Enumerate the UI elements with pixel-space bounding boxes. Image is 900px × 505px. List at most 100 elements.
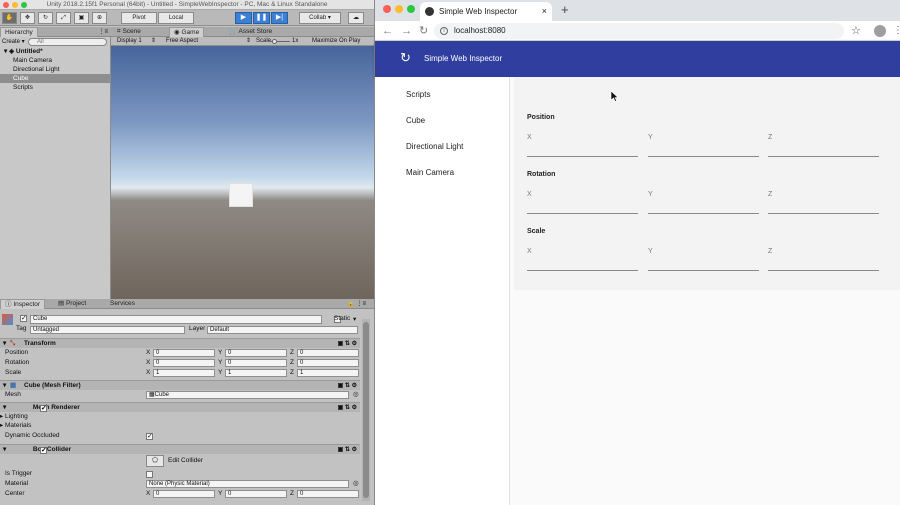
collab-dropdown[interactable]: Collab ▾ [299, 12, 341, 24]
hand-tool-icon[interactable]: ✋ [2, 12, 17, 24]
step-icon[interactable]: ▶| [271, 12, 288, 24]
axis-x-label: X [146, 369, 151, 376]
object-picker-icon[interactable]: ◎ [353, 479, 359, 489]
mesh-filter-header[interactable]: ▾ ▦ Cube (Mesh Filter) ▣ ⇅ ⚙ [0, 380, 360, 390]
object-name-field[interactable]: Cube [30, 315, 322, 324]
browser-tab[interactable]: Simple Web Inspector × [420, 2, 552, 21]
hierarchy-item-scripts[interactable]: Scripts [0, 83, 111, 92]
scale-y-field[interactable]: 1 [225, 369, 287, 377]
tab-project[interactable]: ▤ Project [54, 299, 90, 309]
hierarchy-tab[interactable]: Hierarchy [0, 27, 38, 37]
inspector-menu-icon[interactable]: 🔒 ⋮≡ [347, 299, 366, 309]
mesh-renderer-header[interactable]: ▾ Mesh Renderer ▣ ⇅ ⚙ [0, 402, 360, 414]
scale-z-input[interactable]: Z [768, 246, 879, 271]
object-picker-icon[interactable]: ◎ [353, 390, 359, 400]
tab-asset-store[interactable]: 🛒 Asset Store [225, 27, 276, 37]
transform-header[interactable]: ▾ ⤡ Transform ▣ ⇅ ⚙ [0, 338, 360, 348]
tag-dropdown[interactable]: Untagged [30, 326, 185, 334]
zoom-window-icon[interactable] [407, 5, 415, 13]
nav-item-main-camera[interactable]: Main Camera [406, 168, 454, 177]
local-toggle[interactable]: Local [158, 12, 194, 24]
close-window-icon[interactable] [383, 5, 391, 13]
play-icon[interactable]: ▶ [235, 12, 252, 24]
position-x-field[interactable]: 0 [153, 349, 215, 357]
mesh-renderer-enabled-checkbox[interactable] [40, 404, 47, 414]
rotation-z-field[interactable]: 0 [297, 359, 359, 367]
nav-item-scripts[interactable]: Scripts [406, 90, 430, 99]
mesh-field[interactable]: ▦Cube [146, 391, 349, 399]
rotation-x-input[interactable]: X [527, 189, 638, 214]
center-z-field[interactable]: 0 [297, 490, 359, 498]
new-tab-button[interactable]: + [561, 2, 569, 18]
minimize-window-icon[interactable] [395, 5, 403, 13]
scale-z-field[interactable]: 1 [297, 369, 359, 377]
scale-y-input[interactable]: Y [648, 246, 759, 271]
collider-material-field[interactable]: None (Physic Material) [146, 480, 349, 488]
box-collider-header[interactable]: ▾ Box Collider ▣ ⇅ ⚙ [0, 444, 360, 456]
aspect-dropdown[interactable]: Free Aspect [166, 37, 198, 46]
tab-services[interactable]: Services [106, 299, 139, 309]
display-dropdown[interactable]: Display 1 [117, 37, 142, 46]
static-dropdown-icon[interactable]: ▾ [353, 315, 356, 323]
tab-inspector[interactable]: ⓘ Inspector [0, 299, 46, 309]
pause-icon[interactable]: ❚❚ [253, 12, 270, 24]
rotation-z-input[interactable]: Z [768, 189, 879, 214]
materials-foldout[interactable]: ▸ Materials [0, 421, 360, 431]
profile-avatar-icon[interactable] [874, 25, 886, 37]
position-x-input[interactable]: X [527, 132, 638, 157]
panel-menu-icon[interactable]: ⋮≡ [98, 27, 108, 37]
position-z-field[interactable]: 0 [297, 349, 359, 357]
info-icon[interactable]: i [440, 27, 448, 35]
minimize-icon[interactable] [12, 2, 18, 8]
scale-x-field[interactable]: 1 [153, 369, 215, 377]
close-icon[interactable] [3, 2, 9, 8]
hierarchy-item-directional-light[interactable]: Directional Light [0, 65, 111, 74]
active-checkbox[interactable] [20, 314, 27, 322]
position-z-input[interactable]: Z [768, 132, 879, 157]
scene-root[interactable]: ▾ ◈ Untitled* [0, 47, 111, 56]
layer-dropdown[interactable]: Default [207, 326, 358, 334]
inspector-scrollbar-thumb[interactable] [363, 322, 369, 498]
create-dropdown[interactable]: Create ▾ [2, 38, 26, 46]
component-menu-icon[interactable]: ▣ ⇅ ⚙ [338, 445, 357, 455]
tab-close-icon[interactable]: × [542, 2, 547, 21]
move-tool-icon[interactable]: ✥ [20, 12, 35, 24]
browser-menu-icon[interactable]: ⋮ [893, 24, 900, 38]
scale-slider-thumb[interactable] [272, 39, 277, 44]
nav-item-directional-light[interactable]: Directional Light [406, 142, 463, 151]
refresh-icon[interactable]: ↻ [400, 51, 411, 65]
dynamic-occluded-checkbox[interactable] [146, 432, 153, 442]
edit-collider-icon[interactable]: ⬠ [146, 455, 164, 467]
hierarchy-search-input[interactable] [28, 38, 107, 46]
hierarchy-item-cube[interactable]: Cube [0, 74, 111, 83]
maximize-on-play-toggle[interactable]: Maximize On Play [312, 37, 360, 46]
tab-game[interactable]: ◉ Game [169, 27, 205, 37]
tab-scene[interactable]: ⌗ Scene [113, 27, 145, 37]
reload-icon[interactable]: ↻ [419, 24, 428, 38]
center-x-field[interactable]: 0 [153, 490, 215, 498]
hierarchy-item-main-camera[interactable]: Main Camera [0, 56, 111, 65]
forward-icon[interactable]: → [401, 24, 412, 38]
box-collider-enabled-checkbox[interactable] [40, 446, 47, 456]
rotation-x-field[interactable]: 0 [153, 359, 215, 367]
is-trigger-checkbox[interactable] [146, 470, 153, 478]
rect-tool-icon[interactable]: ▣ [74, 12, 89, 24]
rotation-y-field[interactable]: 0 [225, 359, 287, 367]
scale-x-input[interactable]: X [527, 246, 638, 271]
address-bar[interactable]: i localhost:8080 [434, 23, 844, 39]
transform-tool-icon[interactable]: ⊕ [92, 12, 107, 24]
position-y-field[interactable]: 0 [225, 349, 287, 357]
cloud-icon[interactable]: ☁ [348, 12, 364, 24]
rotate-tool-icon[interactable]: ↻ [38, 12, 53, 24]
pivot-toggle[interactable]: Pivot [121, 12, 157, 24]
back-icon[interactable]: ← [382, 24, 393, 38]
game-viewport[interactable] [111, 46, 374, 299]
nav-item-cube[interactable]: Cube [406, 116, 425, 125]
url-text: localhost:8080 [454, 26, 506, 35]
rotation-y-input[interactable]: Y [648, 189, 759, 214]
scale-tool-icon[interactable]: ⤢ [56, 12, 71, 24]
position-y-input[interactable]: Y [648, 132, 759, 157]
maximize-icon[interactable] [21, 2, 27, 8]
center-y-field[interactable]: 0 [225, 490, 287, 498]
bookmark-star-icon[interactable]: ☆ [851, 24, 861, 38]
